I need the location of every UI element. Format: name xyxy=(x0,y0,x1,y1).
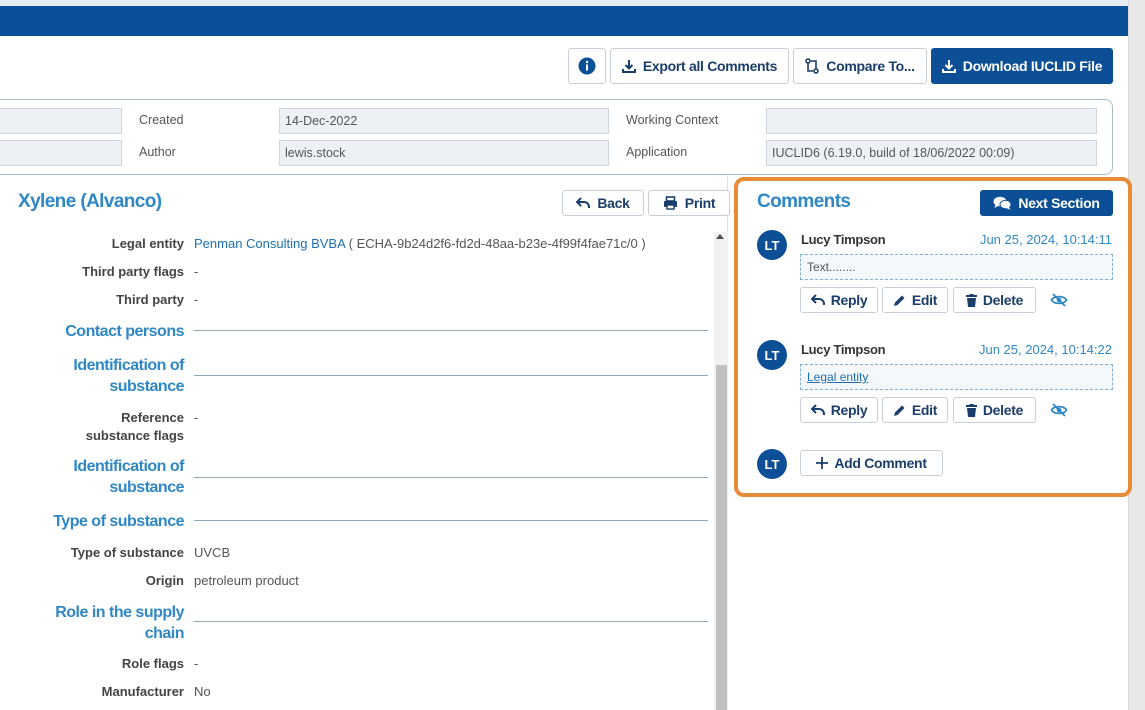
role-flags-label: Role flags xyxy=(121,656,184,671)
comment-author: Lucy Timpson xyxy=(801,342,886,357)
delete-label: Delete xyxy=(982,402,1024,418)
print-button[interactable]: Print xyxy=(648,190,730,216)
next-section-label: Next Section xyxy=(1018,195,1100,211)
third-party-flags-label: Third party flags xyxy=(82,264,184,279)
section-divider xyxy=(194,477,708,478)
application-label: Application xyxy=(626,145,688,159)
comments-highlight-frame xyxy=(734,177,1132,497)
contact-persons-heading: Contact persons xyxy=(65,323,184,340)
role-flags-value: - xyxy=(194,656,199,671)
delete-label: Delete xyxy=(982,292,1024,308)
section-divider xyxy=(194,520,708,521)
back-button[interactable]: Back xyxy=(562,190,644,216)
print-label: Print xyxy=(684,195,716,211)
delete-button[interactable]: Delete xyxy=(953,397,1036,423)
reply-button[interactable]: Reply xyxy=(800,287,878,313)
legal-entity-value: Penman Consulting BVBA ( ECHA-9b24d2f6-f… xyxy=(194,235,646,253)
pencil-icon xyxy=(893,295,905,306)
document-title: Xylene (Alvanco) xyxy=(18,191,162,212)
trash-icon xyxy=(965,403,977,417)
created-field: 14-Dec-2022 xyxy=(279,108,609,134)
legal-entity-id: ( ECHA-9b24d2f6-fd2d-48aa-b23e-4f99f4fae… xyxy=(345,236,646,251)
compare-to-label: Compare To... xyxy=(826,58,915,74)
avatar: LT xyxy=(757,449,787,479)
reference-substance-flags-value: - xyxy=(194,410,199,425)
section-divider xyxy=(194,375,708,376)
next-section-button[interactable]: Next Section xyxy=(980,190,1113,216)
reference-substance-flags-label: Reference substance flags xyxy=(85,410,184,443)
origin-value: petroleum product xyxy=(194,573,299,588)
info-circle-icon xyxy=(578,57,596,75)
comment-body: Text........ xyxy=(800,254,1113,280)
top-header-bar xyxy=(0,0,1128,36)
comment-timestamp: Jun 25, 2024, 10:14:22 xyxy=(978,342,1112,357)
hide-eye-slash-icon[interactable] xyxy=(1050,403,1068,417)
printer-icon xyxy=(663,196,677,210)
plus-icon xyxy=(816,457,829,469)
info-button[interactable] xyxy=(568,48,606,84)
manufacturer-label: Manufacturer xyxy=(101,684,184,699)
legal-entity-link[interactable]: Penman Consulting BVBA xyxy=(194,236,345,251)
export-all-comments-label: Export all Comments xyxy=(642,58,778,74)
author-field: lewis.stock xyxy=(279,140,609,166)
third-party-label: Third party xyxy=(116,292,184,307)
identification-heading-1: Identification of substance xyxy=(73,357,184,395)
scroll-up-arrow-icon[interactable] xyxy=(716,234,724,239)
role-supply-chain-heading: Role in the supply chain xyxy=(55,604,184,642)
edit-label: Edit xyxy=(911,402,938,418)
avatar: LT xyxy=(757,340,787,370)
back-label: Back xyxy=(597,195,630,211)
reply-icon xyxy=(810,404,825,415)
hide-eye-slash-icon[interactable] xyxy=(1050,293,1068,307)
download-iuclid-label: Download IUCLID File xyxy=(962,58,1103,74)
avatar: LT xyxy=(757,230,787,260)
delete-button[interactable]: Delete xyxy=(953,287,1036,313)
document-scrollbar-thumb[interactable] xyxy=(716,365,727,710)
export-all-comments-button[interactable]: Export all Comments xyxy=(610,48,789,84)
origin-label: Origin xyxy=(145,573,184,588)
back-arrow-icon xyxy=(576,197,591,208)
third-party-flags-value: - xyxy=(194,264,199,279)
identification-heading-2: Identification of substance xyxy=(73,458,184,496)
download-iuclid-button[interactable]: Download IUCLID File xyxy=(931,48,1113,84)
download-icon xyxy=(621,60,636,73)
manufacturer-value: No xyxy=(194,684,211,699)
edit-button[interactable]: Edit xyxy=(882,397,948,423)
compare-to-button[interactable]: Compare To... xyxy=(793,48,927,84)
working-context-field xyxy=(766,108,1097,134)
type-of-substance-heading: Type of substance xyxy=(53,513,184,530)
reply-icon xyxy=(810,294,825,305)
pencil-icon xyxy=(893,405,905,416)
reply-label: Reply xyxy=(830,292,868,308)
comment-author: Lucy Timpson xyxy=(801,232,886,247)
edit-button[interactable]: Edit xyxy=(882,287,948,313)
third-party-value: - xyxy=(194,292,199,307)
comment-timestamp: Jun 25, 2024, 10:14:11 xyxy=(979,232,1112,247)
add-comment-button[interactable]: Add Comment xyxy=(800,450,943,476)
comments-title: Comments xyxy=(757,191,851,212)
section-divider xyxy=(194,330,708,331)
created-label: Created xyxy=(139,113,184,127)
application-field: IUCLID6 (6.19.0, build of 18/06/2022 00:… xyxy=(766,140,1097,166)
add-comment-label: Add Comment xyxy=(834,455,927,471)
reply-label: Reply xyxy=(830,402,868,418)
edit-label: Edit xyxy=(911,292,938,308)
section-divider xyxy=(194,621,708,622)
download-icon xyxy=(941,60,956,73)
type-of-substance-label: Type of substance xyxy=(70,545,184,560)
trash-icon xyxy=(965,293,977,307)
hidden-field-2 xyxy=(0,140,122,166)
compare-icon xyxy=(805,58,820,74)
type-of-substance-value: UVCB xyxy=(194,545,231,560)
author-label: Author xyxy=(139,145,176,159)
legal-entity-label: Legal entity xyxy=(111,236,184,251)
hidden-field-1 xyxy=(0,108,122,134)
reply-button[interactable]: Reply xyxy=(800,397,878,423)
chat-bubbles-icon xyxy=(993,196,1012,210)
working-context-label: Working Context xyxy=(626,113,719,127)
comment-body-link[interactable]: Legal entity xyxy=(800,364,1113,390)
